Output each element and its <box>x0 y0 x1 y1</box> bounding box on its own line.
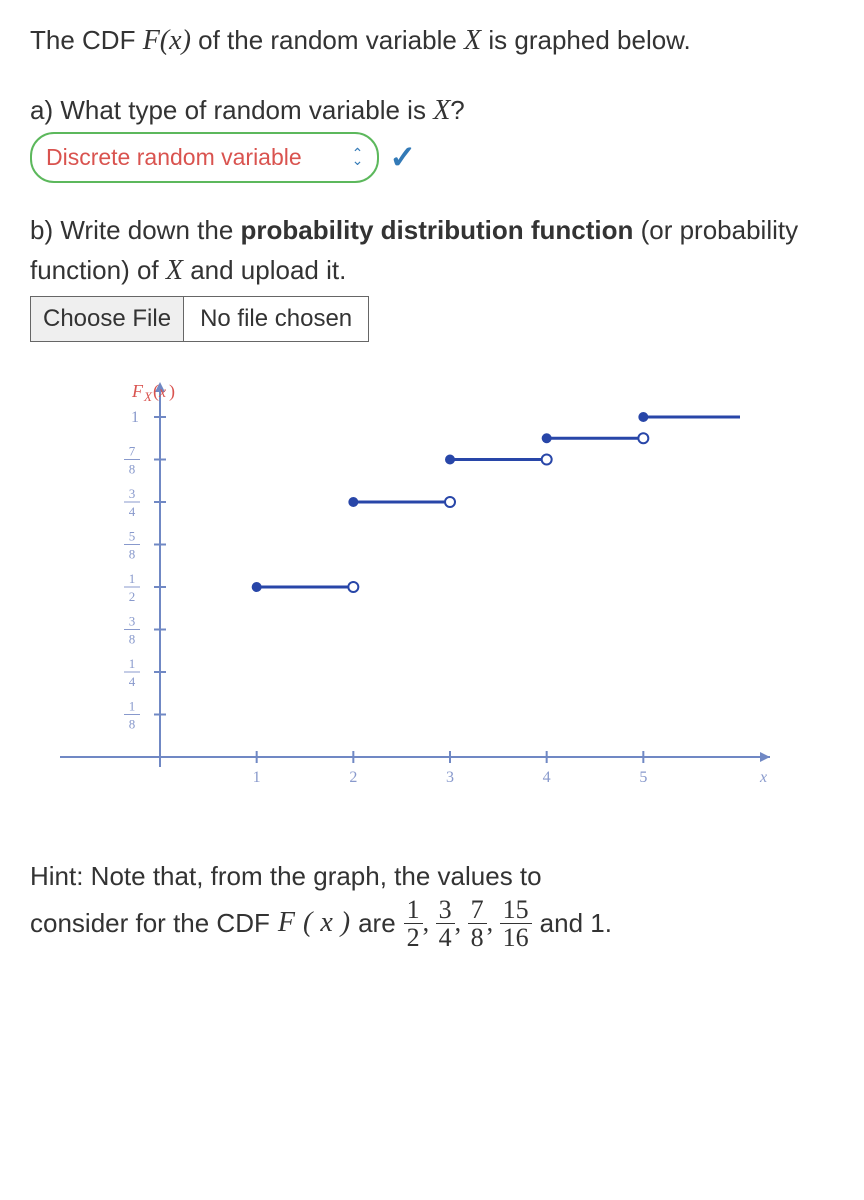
part-b: b) Write down the probability distributi… <box>30 211 834 342</box>
svg-text:1: 1 <box>129 656 136 671</box>
svg-text:8: 8 <box>129 631 136 646</box>
svg-text:7: 7 <box>129 443 136 458</box>
svg-text:8: 8 <box>129 546 136 561</box>
file-upload[interactable]: Choose File No file chosen <box>30 296 369 342</box>
part-b-question: b) Write down the probability distributi… <box>30 211 834 292</box>
svg-text:): ) <box>169 381 175 402</box>
svg-text:4: 4 <box>129 674 136 689</box>
svg-text:5: 5 <box>639 769 647 786</box>
svg-text:1: 1 <box>129 571 136 586</box>
svg-text:3: 3 <box>129 613 136 628</box>
svg-text:2: 2 <box>129 589 136 604</box>
check-icon: ✓ <box>389 133 416 181</box>
svg-text:x: x <box>158 384 166 401</box>
svg-text:2: 2 <box>349 769 357 786</box>
part-a: a) What type of random variable is X? Di… <box>30 90 834 183</box>
intro-X: X <box>464 25 481 56</box>
svg-text:3: 3 <box>446 769 454 786</box>
choose-file-button[interactable]: Choose File <box>31 297 184 341</box>
paren-open: ( <box>160 25 169 56</box>
paren-close: ) <box>182 25 191 56</box>
svg-text:x: x <box>759 769 767 786</box>
intro-pre: The CDF <box>30 25 143 55</box>
hint-text: Hint: Note that, from the graph, the val… <box>30 857 834 952</box>
hint-fraction: 12 <box>404 896 423 952</box>
svg-text:5: 5 <box>129 528 136 543</box>
svg-text:X: X <box>143 389 153 404</box>
svg-text:1: 1 <box>253 769 261 786</box>
svg-text:F: F <box>131 381 144 401</box>
hint-fraction: 1516 <box>500 896 532 952</box>
svg-text:4: 4 <box>129 504 136 519</box>
variable-type-select[interactable]: Discrete random variable ⌃⌄ <box>30 132 379 183</box>
intro-post: is graphed below. <box>481 25 691 55</box>
part-a-question: a) What type of random variable is X? <box>30 90 834 132</box>
cdf-F: F <box>143 25 160 56</box>
svg-text:1: 1 <box>131 409 139 426</box>
chevron-updown-icon: ⌃⌄ <box>352 150 364 164</box>
cdf-x: x <box>169 25 181 56</box>
svg-text:8: 8 <box>129 716 136 731</box>
svg-text:4: 4 <box>543 769 551 786</box>
cdf-graph: 18143812583478112345FX(x)x <box>60 377 780 817</box>
intro-text: The CDF F(x) of the random variable X is… <box>30 20 834 62</box>
hint-fraction: 78 <box>468 896 487 952</box>
select-value: Discrete random variable <box>46 140 302 175</box>
intro-mid: of the random variable <box>191 25 464 55</box>
file-status: No file chosen <box>184 297 368 341</box>
svg-text:3: 3 <box>129 486 136 501</box>
svg-text:8: 8 <box>129 461 136 476</box>
svg-text:1: 1 <box>129 698 136 713</box>
hint-fraction: 34 <box>436 896 455 952</box>
